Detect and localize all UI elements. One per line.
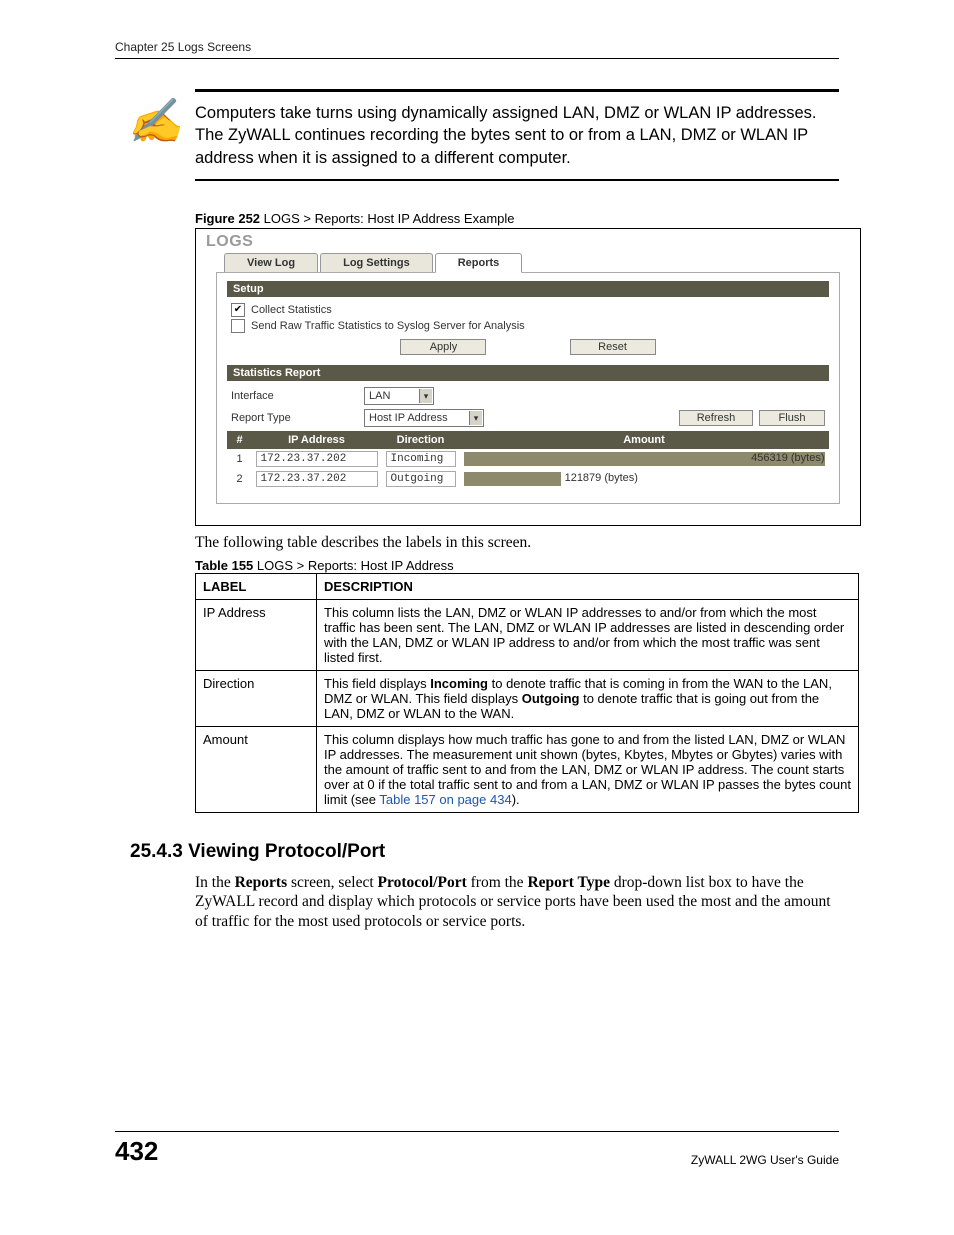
screenshot-frame: LOGS View Log Log Settings Reports Setup… — [195, 228, 861, 526]
table-link[interactable]: Table 157 on page 434 — [379, 792, 511, 807]
table-row: 2 172.23.37.202 Outgoing 121879 (bytes) — [228, 469, 829, 489]
section-heading: 25.4.3 Viewing Protocol/Port — [130, 841, 894, 863]
flush-button[interactable]: Flush — [759, 410, 825, 426]
report-type-select[interactable]: Host IP Address — [364, 409, 484, 427]
figure-caption: Figure 252 LOGS > Reports: Host IP Addre… — [195, 211, 894, 226]
cell-description: This column displays how much traffic ha… — [317, 726, 859, 812]
statistics-table: # IP Address Direction Amount 1 172.23.3… — [227, 431, 829, 489]
tab-log-settings[interactable]: Log Settings — [320, 253, 433, 273]
cell-label: IP Address — [196, 599, 317, 670]
chapter-title: Chapter 25 Logs Screens — [115, 40, 251, 54]
cell-label: Direction — [196, 670, 317, 726]
cell-amount: 121879 (bytes) — [565, 472, 638, 484]
cell-direction: Outgoing — [386, 471, 456, 487]
report-type-label: Report Type — [231, 412, 356, 424]
page-footer: 432 ZyWALL 2WG User's Guide — [115, 1131, 839, 1167]
figure-number: Figure 252 — [195, 211, 260, 226]
collect-statistics-checkbox[interactable] — [231, 303, 245, 317]
tab-reports[interactable]: Reports — [435, 253, 523, 273]
table-title: LOGS > Reports: Host IP Address — [253, 558, 453, 573]
statistics-report-section-bar: Statistics Report — [227, 365, 829, 381]
note-text: Computers take turns using dynamically a… — [195, 102, 839, 169]
table-row: 1 172.23.37.202 Incoming 456319 (bytes) — [228, 448, 829, 469]
description-table: LABEL DESCRIPTION IP Address This column… — [195, 573, 859, 813]
after-figure-text: The following table describes the labels… — [195, 534, 894, 552]
collect-statistics-label: Collect Statistics — [251, 304, 332, 316]
th-direction: Direction — [382, 431, 460, 448]
th-description: DESCRIPTION — [317, 573, 859, 599]
screen-title: LOGS — [196, 229, 860, 251]
tab-view-log[interactable]: View Log — [224, 253, 318, 273]
th-ip: IP Address — [252, 431, 382, 448]
th-label: LABEL — [196, 573, 317, 599]
refresh-button[interactable]: Refresh — [679, 410, 753, 426]
cell-label: Amount — [196, 726, 317, 812]
amount-bar: 456319 (bytes) — [464, 452, 825, 466]
table-row: Amount This column displays how much tra… — [196, 726, 859, 812]
table-row: IP Address This column lists the LAN, DM… — [196, 599, 859, 670]
setup-section-bar: Setup — [227, 281, 829, 297]
cell-direction: Incoming — [386, 451, 456, 467]
cell-description: This column lists the LAN, DMZ or WLAN I… — [317, 599, 859, 670]
note-block: ✍ Computers take turns using dynamically… — [115, 89, 839, 181]
table-row: Direction This field displays Incoming t… — [196, 670, 859, 726]
cell-num: 2 — [228, 469, 252, 489]
apply-button[interactable]: Apply — [400, 339, 486, 355]
running-header: Chapter 25 Logs Screens — [115, 40, 839, 59]
amount-bar: 121879 (bytes) — [464, 472, 825, 486]
cell-description: This field displays Incoming to denote t… — [317, 670, 859, 726]
page-number: 432 — [115, 1136, 158, 1167]
cell-amount: 456319 (bytes) — [751, 452, 824, 464]
th-num: # — [228, 431, 252, 448]
cell-ip: 172.23.37.202 — [256, 451, 378, 467]
interface-select[interactable]: LAN — [364, 387, 434, 405]
cell-ip: 172.23.37.202 — [256, 471, 378, 487]
send-raw-traffic-label: Send Raw Traffic Statistics to Syslog Se… — [251, 320, 525, 332]
table-caption: Table 155 LOGS > Reports: Host IP Addres… — [195, 558, 894, 573]
cell-num: 1 — [228, 448, 252, 469]
send-raw-traffic-checkbox[interactable] — [231, 319, 245, 333]
reset-button[interactable]: Reset — [570, 339, 656, 355]
section-body: In the Reports screen, select Protocol/P… — [195, 873, 839, 931]
guide-title: ZyWALL 2WG User's Guide — [691, 1153, 839, 1167]
figure-title: LOGS > Reports: Host IP Address Example — [260, 211, 514, 226]
tab-bar: View Log Log Settings Reports — [224, 253, 860, 273]
table-number: Table 155 — [195, 558, 253, 573]
th-amount: Amount — [460, 431, 829, 448]
interface-label: Interface — [231, 390, 356, 402]
note-icon: ✍ — [115, 102, 195, 169]
